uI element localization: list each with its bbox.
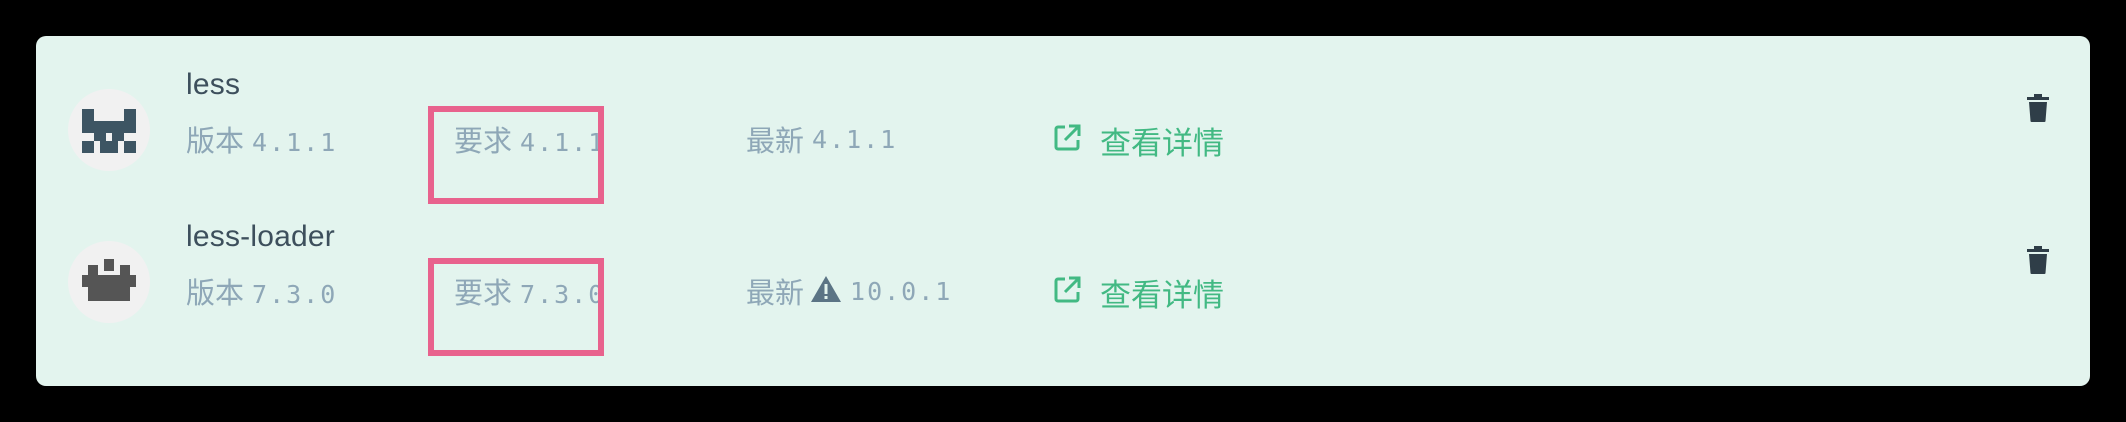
latest-version: 最新 4.1.1 — [746, 118, 897, 160]
identicon-less-icon — [82, 109, 136, 153]
required-highlight-box — [428, 258, 604, 356]
view-details-label: 查看详情 — [1100, 126, 1224, 162]
version-label: 版本 — [186, 124, 245, 158]
latest-value: 10.0.1 — [850, 276, 953, 306]
delete-icon[interactable] — [2027, 94, 2049, 122]
version-value: 4.1.1 — [252, 128, 338, 157]
installed-version: 版本 4.1.1 — [186, 118, 337, 160]
latest-version: 最新 10.0.1 — [746, 270, 952, 312]
dependency-row-less-loader: less-loader 版本7.3.0 要求7.3.0 最新 10.0.1 — [36, 220, 2090, 370]
latest-label: 最新 — [746, 124, 805, 158]
version-value: 7.3.0 — [252, 280, 338, 309]
view-details-label: 查看详情 — [1100, 278, 1224, 314]
dependency-list: less 版本 4.1.1 要求 4.1.1 最新 4.1.1 查看详情 les… — [36, 36, 2090, 386]
view-details-link[interactable]: 查看详情 — [1052, 270, 1224, 315]
latest-label: 最新 — [746, 276, 805, 310]
external-link-icon — [1052, 123, 1082, 158]
dependency-row-less: less 版本 4.1.1 要求 4.1.1 最新 4.1.1 查看详情 — [36, 68, 2090, 218]
latest-value: 4.1.1 — [812, 124, 898, 154]
version-label: 版本 — [186, 276, 245, 310]
package-avatar — [68, 241, 150, 323]
installed-version: 版本 7.3.0 — [186, 270, 337, 312]
required-highlight-box — [428, 106, 604, 204]
identicon-less-loader-icon — [82, 259, 136, 301]
package-name: less — [186, 68, 241, 101]
warning-icon — [810, 275, 842, 308]
package-avatar — [68, 89, 150, 171]
package-name: less-loader — [186, 220, 335, 253]
delete-icon[interactable] — [2027, 246, 2049, 274]
external-link-icon — [1052, 275, 1082, 310]
view-details-link[interactable]: 查看详情 — [1052, 118, 1224, 163]
